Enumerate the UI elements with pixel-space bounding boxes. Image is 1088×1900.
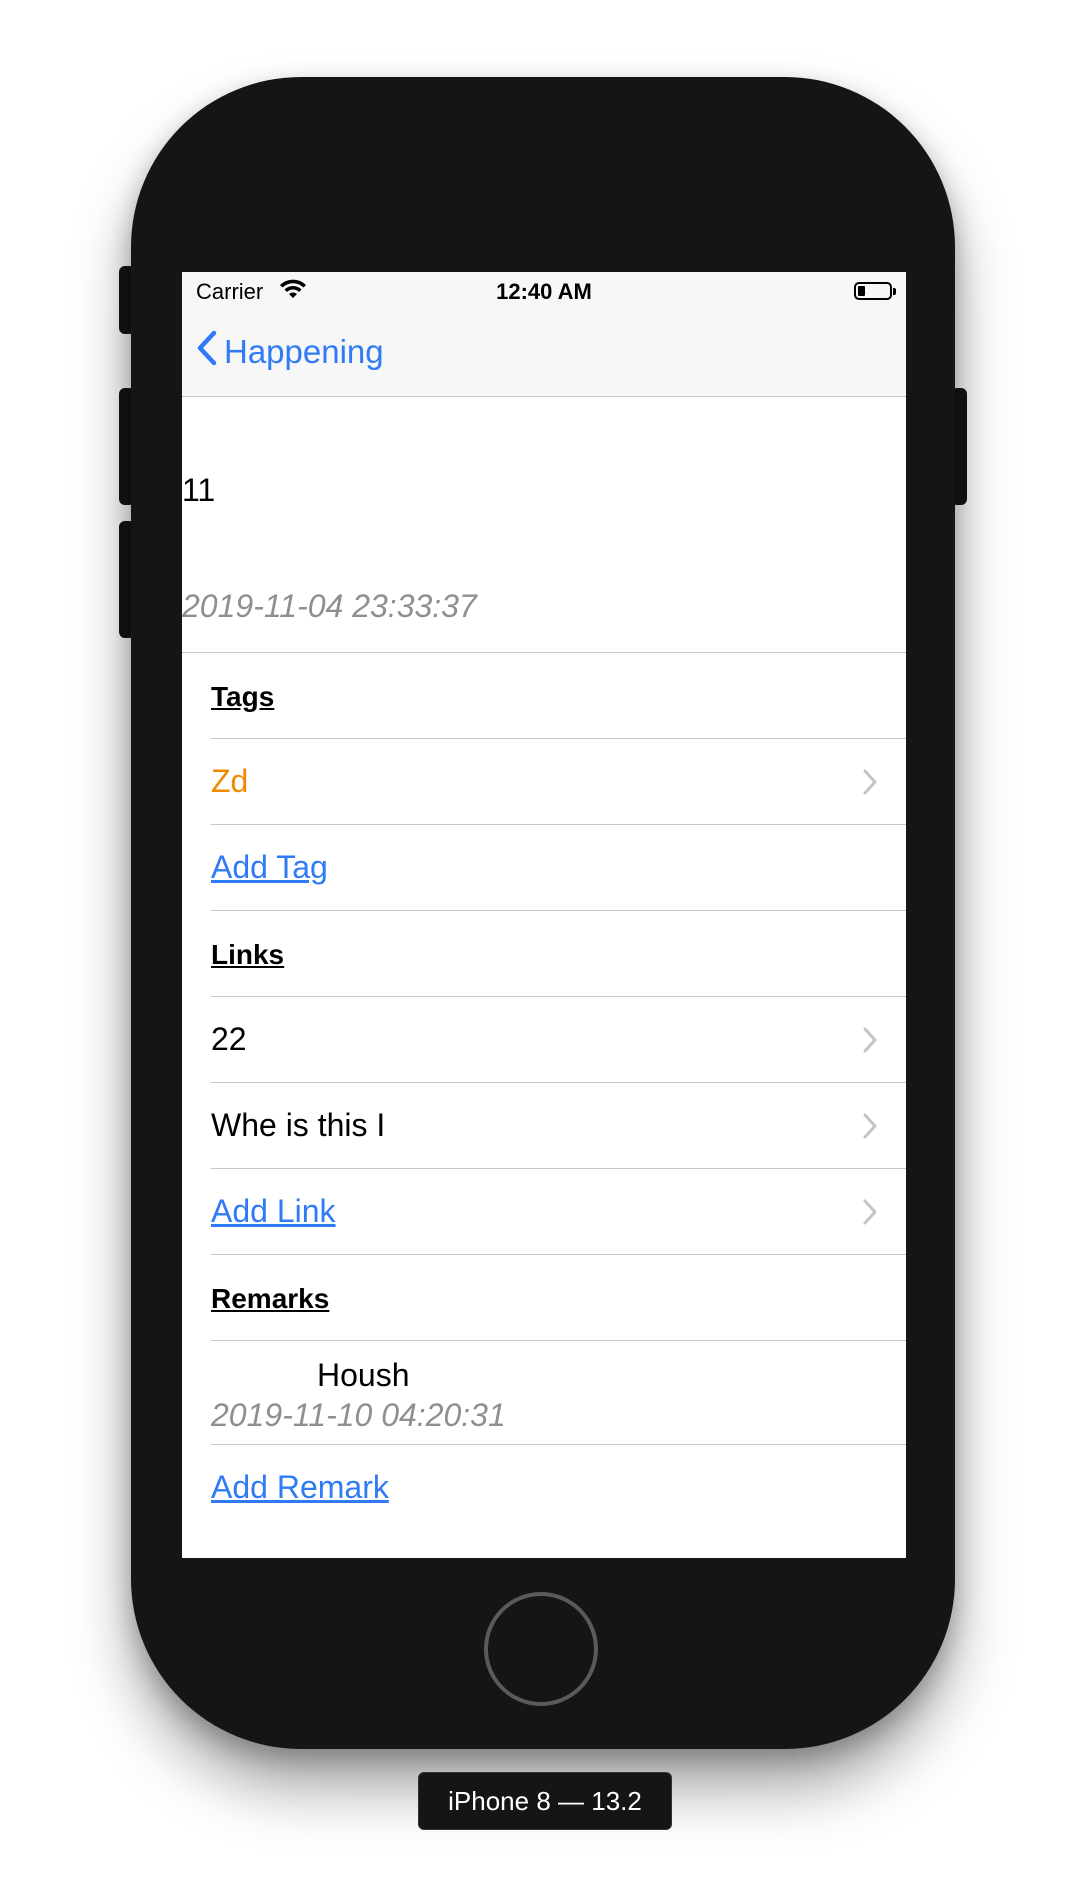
screen: Carrier 12:40 AM Happening 11 2019-11-04… [182,272,906,1558]
section-header-remarks: Remarks [211,1255,906,1341]
add-link-link[interactable]: Add Link [211,1193,336,1230]
remark-row[interactable]: Housh 2019-11-10 04:20:31 [211,1341,906,1445]
tag-label: Zd [211,763,249,799]
link-label: Whe is this I [211,1107,386,1143]
chevron-right-icon [862,1112,878,1145]
navigation-bar: Happening [182,312,906,397]
add-tag-row[interactable]: Add Tag [211,825,906,911]
remark-text: Housh [317,1357,410,1393]
add-remark-row[interactable]: Add Remark [211,1445,906,1531]
remark-date: 2019-11-10 04:20:31 [211,1397,506,1433]
link-row[interactable]: 22 [211,997,906,1083]
detail-list: Tags Zd Add Tag Links 22 Whe is this I A… [182,653,906,1531]
tag-row[interactable]: Zd [211,739,906,825]
chevron-right-icon [862,1026,878,1059]
back-button[interactable]: Happening [196,330,384,374]
back-chevron-icon [196,330,218,374]
section-header-links: Links [211,911,906,997]
add-link-row[interactable]: Add Link [211,1169,906,1255]
link-row[interactable]: Whe is this I [211,1083,906,1169]
status-bar: Carrier 12:40 AM [182,272,906,312]
home-button[interactable] [484,1592,598,1706]
status-time: 12:40 AM [496,279,592,304]
add-tag-link[interactable]: Add Tag [211,849,328,886]
tags-heading: Tags [211,681,275,712]
device-label: iPhone 8 — 13.2 [418,1772,672,1830]
links-heading: Links [211,939,285,970]
add-remark-link[interactable]: Add Remark [211,1469,389,1506]
chevron-right-icon [862,768,878,801]
link-label: 22 [211,1021,247,1057]
chevron-right-icon [862,1198,878,1231]
back-label: Happening [224,333,384,370]
item-title: 11 [182,472,216,508]
item-date: 2019-11-04 23:33:37 [182,588,477,624]
remarks-heading: Remarks [211,1283,330,1314]
section-header-tags: Tags [211,653,906,739]
battery-icon [854,282,896,300]
